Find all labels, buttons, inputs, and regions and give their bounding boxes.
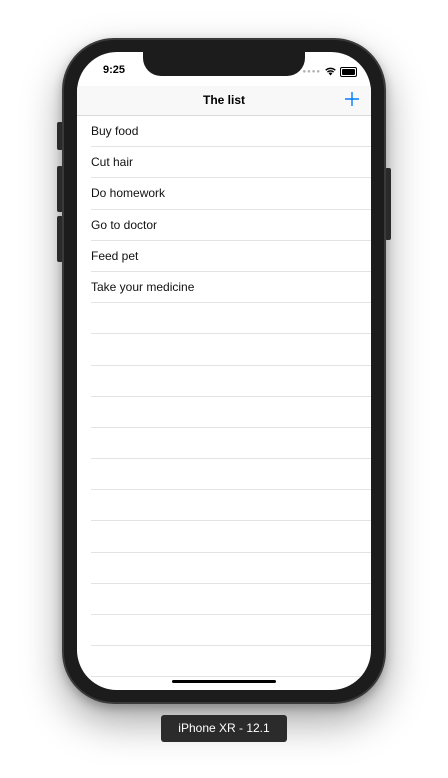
list-item-label: Go to doctor [91, 217, 158, 232]
wifi-icon [325, 63, 336, 81]
list-item-label: Buy food [91, 124, 139, 138]
empty-row [91, 553, 371, 584]
empty-row [91, 428, 371, 460]
notch [143, 52, 305, 76]
list-item[interactable]: Go to doctor [91, 210, 371, 241]
list-item-label: Do homework [91, 186, 166, 201]
nav-title: The list [202, 93, 245, 107]
empty-row [91, 397, 371, 428]
list-item-label: Cut hair [91, 155, 134, 170]
empty-row [91, 334, 371, 366]
empty-row [91, 584, 371, 615]
empty-row [91, 303, 371, 335]
plus-icon [345, 92, 359, 106]
list-item[interactable]: Feed pet [91, 241, 371, 272]
list-item[interactable]: Take your medicine [91, 272, 371, 304]
list-item[interactable]: Do homework [91, 178, 371, 210]
phone-screen: 9:25 ●●●● The list Buy food Cut hair Do … [77, 52, 371, 690]
battery-level [342, 69, 355, 75]
home-indicator[interactable] [172, 680, 276, 683]
navigation-bar: The list [77, 86, 371, 116]
simulator-device-label: iPhone XR - 12.1 [161, 715, 287, 742]
list-item-label: Take your medicine [91, 279, 195, 294]
add-button[interactable] [343, 90, 361, 108]
list-item-label: Feed pet [91, 248, 139, 263]
status-time: 9:25 [103, 64, 126, 76]
empty-row [91, 366, 371, 397]
battery-icon [340, 67, 357, 77]
list-item[interactable]: Buy food [91, 116, 371, 148]
empty-row [91, 521, 371, 553]
empty-row [91, 615, 371, 647]
empty-row [91, 459, 371, 491]
simulator-stage: 9:25 ●●●● The list Buy food Cut hair Do … [0, 0, 448, 778]
cellular-signal-icon: ●●●● [302, 69, 321, 75]
table-view[interactable]: Buy food Cut hair Do homework Go to doct… [77, 116, 371, 678]
empty-row [91, 490, 371, 522]
list-item[interactable]: Cut hair [91, 147, 371, 179]
status-indicators: ●●●● [302, 63, 357, 81]
empty-row [91, 646, 371, 678]
